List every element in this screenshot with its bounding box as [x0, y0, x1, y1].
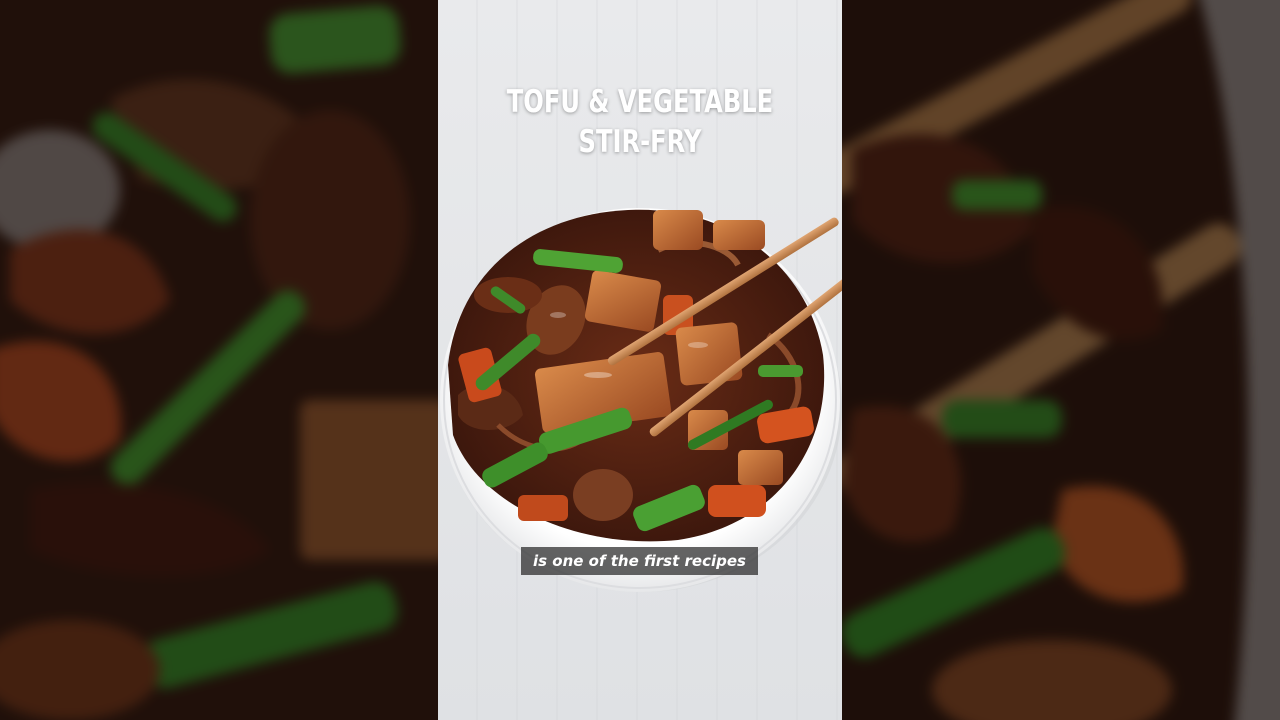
title-line-1: TOFU & VEGETABLE: [506, 84, 774, 120]
blurred-background-left: [0, 0, 438, 720]
video-title-overlay: TOFU & VEGETABLE STIR-FRY: [482, 82, 797, 162]
title-line-2: STIR-FRY: [578, 124, 702, 160]
stir-fry-bowl: [440, 208, 842, 592]
caption-subtitle: is one of the first recipes: [521, 547, 758, 575]
video-frame: TOFU & VEGETABLE STIR-FRY is one of the …: [438, 0, 842, 720]
blurred-background-right: [842, 0, 1280, 720]
